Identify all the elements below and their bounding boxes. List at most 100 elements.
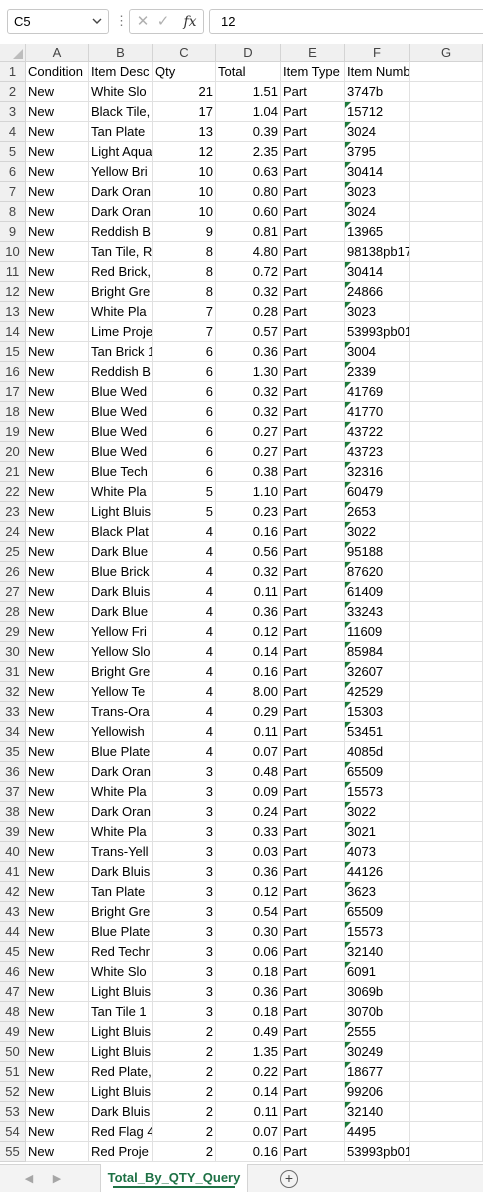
table-cell[interactable]: 3623 bbox=[345, 882, 410, 902]
table-cell[interactable]: New bbox=[26, 82, 89, 102]
empty-cell[interactable] bbox=[410, 142, 483, 162]
row-header[interactable]: 25 bbox=[0, 542, 26, 562]
table-cell[interactable]: 3021 bbox=[345, 822, 410, 842]
table-cell[interactable]: 2 bbox=[153, 1062, 216, 1082]
table-cell[interactable]: 0.22 bbox=[216, 1062, 281, 1082]
empty-cell[interactable] bbox=[410, 362, 483, 382]
table-cell[interactable]: 4 bbox=[153, 642, 216, 662]
row-header[interactable]: 19 bbox=[0, 422, 26, 442]
table-cell[interactable]: 21 bbox=[153, 82, 216, 102]
table-cell[interactable]: Light Bluis bbox=[89, 1042, 153, 1062]
table-cell[interactable]: 43722 bbox=[345, 422, 410, 442]
table-cell[interactable]: 0.49 bbox=[216, 1022, 281, 1042]
formula-input[interactable]: 12 bbox=[209, 9, 483, 34]
table-cell[interactable]: 3 bbox=[153, 1002, 216, 1022]
table-cell[interactable]: 8 bbox=[153, 262, 216, 282]
empty-cell[interactable] bbox=[410, 1102, 483, 1122]
row-header[interactable]: 17 bbox=[0, 382, 26, 402]
table-cell[interactable]: 4 bbox=[153, 682, 216, 702]
empty-cell[interactable] bbox=[410, 242, 483, 262]
table-cell[interactable]: New bbox=[26, 342, 89, 362]
chevron-down-icon[interactable] bbox=[90, 13, 104, 29]
table-cell[interactable]: 0.14 bbox=[216, 642, 281, 662]
table-cell[interactable]: 0.32 bbox=[216, 402, 281, 422]
table-cell[interactable]: Part bbox=[281, 762, 345, 782]
table-cell[interactable]: 0.36 bbox=[216, 862, 281, 882]
table-cell[interactable]: 32316 bbox=[345, 462, 410, 482]
table-cell[interactable]: Part bbox=[281, 1022, 345, 1042]
empty-cell[interactable] bbox=[410, 942, 483, 962]
table-cell[interactable]: 0.16 bbox=[216, 1142, 281, 1162]
table-cell[interactable]: New bbox=[26, 1142, 89, 1162]
empty-cell[interactable] bbox=[410, 622, 483, 642]
table-cell[interactable]: 15573 bbox=[345, 922, 410, 942]
table-cell[interactable]: 42529 bbox=[345, 682, 410, 702]
table-cell[interactable]: 99206 bbox=[345, 1082, 410, 1102]
table-cell[interactable]: Part bbox=[281, 222, 345, 242]
table-cell[interactable]: 1.10 bbox=[216, 482, 281, 502]
table-cell[interactable]: 0.24 bbox=[216, 802, 281, 822]
table-cell[interactable]: 0.48 bbox=[216, 762, 281, 782]
table-cell[interactable]: Reddish B bbox=[89, 222, 153, 242]
table-cell[interactable]: 0.11 bbox=[216, 722, 281, 742]
table-cell[interactable]: New bbox=[26, 762, 89, 782]
table-cell[interactable]: 3 bbox=[153, 822, 216, 842]
table-cell[interactable]: White Pla bbox=[89, 822, 153, 842]
table-cell[interactable]: Part bbox=[281, 642, 345, 662]
table-cell[interactable]: 0.29 bbox=[216, 702, 281, 722]
table-cell[interactable]: 32607 bbox=[345, 662, 410, 682]
table-cell[interactable]: 43723 bbox=[345, 442, 410, 462]
empty-cell[interactable] bbox=[410, 262, 483, 282]
table-cell[interactable]: Part bbox=[281, 82, 345, 102]
empty-cell[interactable] bbox=[410, 882, 483, 902]
table-cell[interactable]: 0.16 bbox=[216, 522, 281, 542]
table-cell[interactable]: Part bbox=[281, 142, 345, 162]
table-cell[interactable]: Part bbox=[281, 242, 345, 262]
empty-cell[interactable] bbox=[410, 1122, 483, 1142]
table-cell[interactable]: Dark Blue bbox=[89, 602, 153, 622]
table-cell[interactable]: 15573 bbox=[345, 782, 410, 802]
table-cell[interactable]: New bbox=[26, 1022, 89, 1042]
empty-cell[interactable] bbox=[410, 422, 483, 442]
table-cell[interactable]: 0.56 bbox=[216, 542, 281, 562]
table-cell[interactable]: 3 bbox=[153, 842, 216, 862]
empty-cell[interactable] bbox=[410, 322, 483, 342]
row-header[interactable]: 28 bbox=[0, 602, 26, 622]
table-cell[interactable]: 9 bbox=[153, 222, 216, 242]
table-cell[interactable]: Black Plat bbox=[89, 522, 153, 542]
row-header[interactable]: 24 bbox=[0, 522, 26, 542]
table-cell[interactable]: Yellowish bbox=[89, 722, 153, 742]
row-header[interactable]: 34 bbox=[0, 722, 26, 742]
empty-cell[interactable] bbox=[410, 482, 483, 502]
table-cell[interactable]: 3022 bbox=[345, 522, 410, 542]
table-cell[interactable]: New bbox=[26, 922, 89, 942]
row-header[interactable]: 51 bbox=[0, 1062, 26, 1082]
table-cell[interactable]: Yellow Fri bbox=[89, 622, 153, 642]
table-cell[interactable]: 4 bbox=[153, 562, 216, 582]
row-header[interactable]: 43 bbox=[0, 902, 26, 922]
row-header[interactable]: 11 bbox=[0, 262, 26, 282]
table-cell[interactable]: Light Bluis bbox=[89, 502, 153, 522]
table-cell[interactable]: Part bbox=[281, 342, 345, 362]
table-cell[interactable]: 32140 bbox=[345, 1102, 410, 1122]
table-cell[interactable]: 3024 bbox=[345, 122, 410, 142]
table-cell[interactable]: New bbox=[26, 322, 89, 342]
table-cell[interactable]: 0.60 bbox=[216, 202, 281, 222]
table-cell[interactable]: 2 bbox=[153, 1122, 216, 1142]
row-header[interactable]: 40 bbox=[0, 842, 26, 862]
table-cell[interactable]: 0.07 bbox=[216, 1122, 281, 1142]
table-cell[interactable]: White Pla bbox=[89, 302, 153, 322]
table-cell[interactable]: 0.09 bbox=[216, 782, 281, 802]
table-cell[interactable]: 10 bbox=[153, 202, 216, 222]
table-cell[interactable]: Part bbox=[281, 462, 345, 482]
table-cell[interactable]: New bbox=[26, 602, 89, 622]
table-cell[interactable]: 2555 bbox=[345, 1022, 410, 1042]
table-cell[interactable]: Dark Oran bbox=[89, 762, 153, 782]
empty-cell[interactable] bbox=[410, 542, 483, 562]
table-cell[interactable]: 61409 bbox=[345, 582, 410, 602]
table-cell[interactable]: New bbox=[26, 522, 89, 542]
table-cell[interactable]: New bbox=[26, 662, 89, 682]
table-cell[interactable]: 3747b bbox=[345, 82, 410, 102]
row-header[interactable]: 37 bbox=[0, 782, 26, 802]
table-cell[interactable]: White Slo bbox=[89, 962, 153, 982]
